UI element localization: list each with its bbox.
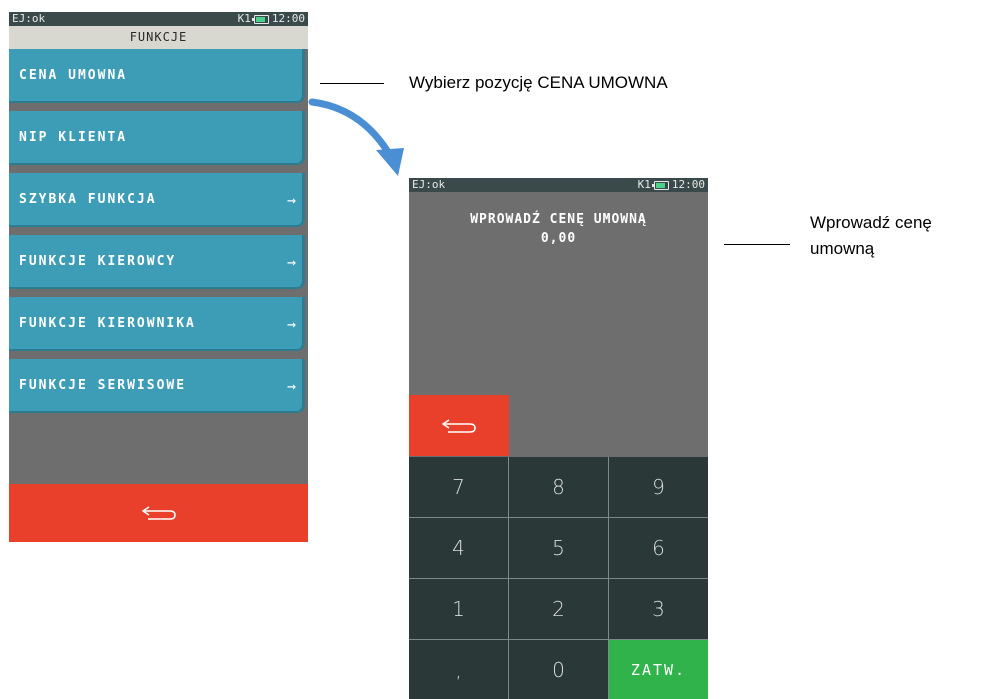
key-5[interactable]: 5 bbox=[509, 518, 608, 578]
price-value: 0,00 bbox=[540, 231, 577, 246]
menu-item-cena-umowna[interactable]: CENA UMOWNA bbox=[9, 49, 305, 103]
key-3[interactable]: 3 bbox=[609, 579, 708, 639]
menu-item-label: FUNKCJE KIEROWCY bbox=[19, 254, 177, 269]
callout-enter-price: Wprowadź cenę umowną bbox=[810, 210, 932, 262]
terminal-label: K1 bbox=[637, 178, 651, 191]
menu-item-funkcje-kierowcy[interactable]: FUNKCJE KIEROWCY → bbox=[9, 235, 305, 289]
flow-arrow-icon bbox=[308, 98, 404, 176]
back-arrow-icon bbox=[442, 418, 476, 433]
chevron-right-icon: → bbox=[286, 253, 296, 271]
menu-item-label: CENA UMOWNA bbox=[19, 68, 128, 83]
confirm-button[interactable]: ZATW. bbox=[609, 640, 708, 699]
key-4[interactable]: 4 bbox=[409, 518, 508, 578]
battery-icon bbox=[651, 180, 669, 190]
menu-item-funkcje-kierownika[interactable]: FUNKCJE KIEROWNIKA → bbox=[9, 297, 305, 351]
menu-item-label: FUNKCJE KIEROWNIKA bbox=[19, 316, 196, 331]
menu-item-label: NIP KLIENTA bbox=[19, 130, 128, 145]
callout-select-cena: Wybierz pozycję CENA UMOWNA bbox=[409, 73, 668, 92]
status-bar: EJ:ok K1 12:00 bbox=[409, 178, 708, 192]
key-2[interactable]: 2 bbox=[509, 579, 608, 639]
key-1[interactable]: 1 bbox=[409, 579, 508, 639]
back-button[interactable] bbox=[9, 484, 308, 542]
numeric-keypad: 7 8 9 4 5 6 1 2 3 , 0 ZATW. bbox=[409, 457, 708, 699]
callout-line bbox=[724, 244, 790, 245]
price-entry-screen: EJ:ok K1 12:00 WPROWADŹ CENĘ UMOWNĄ 0,00… bbox=[409, 178, 708, 699]
menu-item-label: SZYBKA FUNKCJA bbox=[19, 192, 157, 207]
menu-item-szybka-funkcja[interactable]: SZYBKA FUNKCJA → bbox=[9, 173, 305, 227]
callout-line bbox=[320, 83, 384, 84]
chevron-right-icon: → bbox=[286, 315, 296, 333]
callout-line1: Wprowadź cenę bbox=[810, 213, 932, 232]
key-9[interactable]: 9 bbox=[609, 457, 708, 517]
back-arrow-icon bbox=[141, 506, 176, 520]
ej-status: EJ:ok bbox=[412, 178, 446, 191]
menu-item-label: FUNKCJE SERWISOWE bbox=[19, 378, 187, 393]
chevron-right-icon: → bbox=[286, 191, 296, 209]
back-button[interactable] bbox=[409, 395, 509, 456]
battery-icon bbox=[251, 14, 269, 24]
key-comma[interactable]: , bbox=[409, 640, 508, 699]
status-bar: EJ:ok K1 12:00 bbox=[9, 12, 308, 26]
menu-item-nip-klienta[interactable]: NIP KLIENTA bbox=[9, 111, 305, 165]
status-right: K1 12:00 bbox=[238, 12, 305, 26]
clock: 12:00 bbox=[671, 178, 705, 191]
key-8[interactable]: 8 bbox=[509, 457, 608, 517]
chevron-right-icon: → bbox=[286, 377, 296, 395]
ej-status: EJ:ok bbox=[12, 12, 46, 25]
prompt-title: WPROWADŹ CENĘ UMOWNĄ bbox=[470, 212, 647, 227]
key-6[interactable]: 6 bbox=[609, 518, 708, 578]
functions-screen: EJ:ok K1 12:00 FUNKCJE CENA UMOWNA NIP K… bbox=[9, 12, 308, 542]
screen-title: FUNKCJE bbox=[9, 26, 308, 49]
callout-line2: umowną bbox=[810, 239, 875, 258]
key-0[interactable]: 0 bbox=[509, 640, 608, 699]
menu-item-funkcje-serwisowe[interactable]: FUNKCJE SERWISOWE → bbox=[9, 359, 305, 413]
clock: 12:00 bbox=[271, 12, 305, 25]
terminal-label: K1 bbox=[237, 12, 251, 25]
status-right: K1 12:00 bbox=[638, 178, 705, 192]
key-7[interactable]: 7 bbox=[409, 457, 508, 517]
